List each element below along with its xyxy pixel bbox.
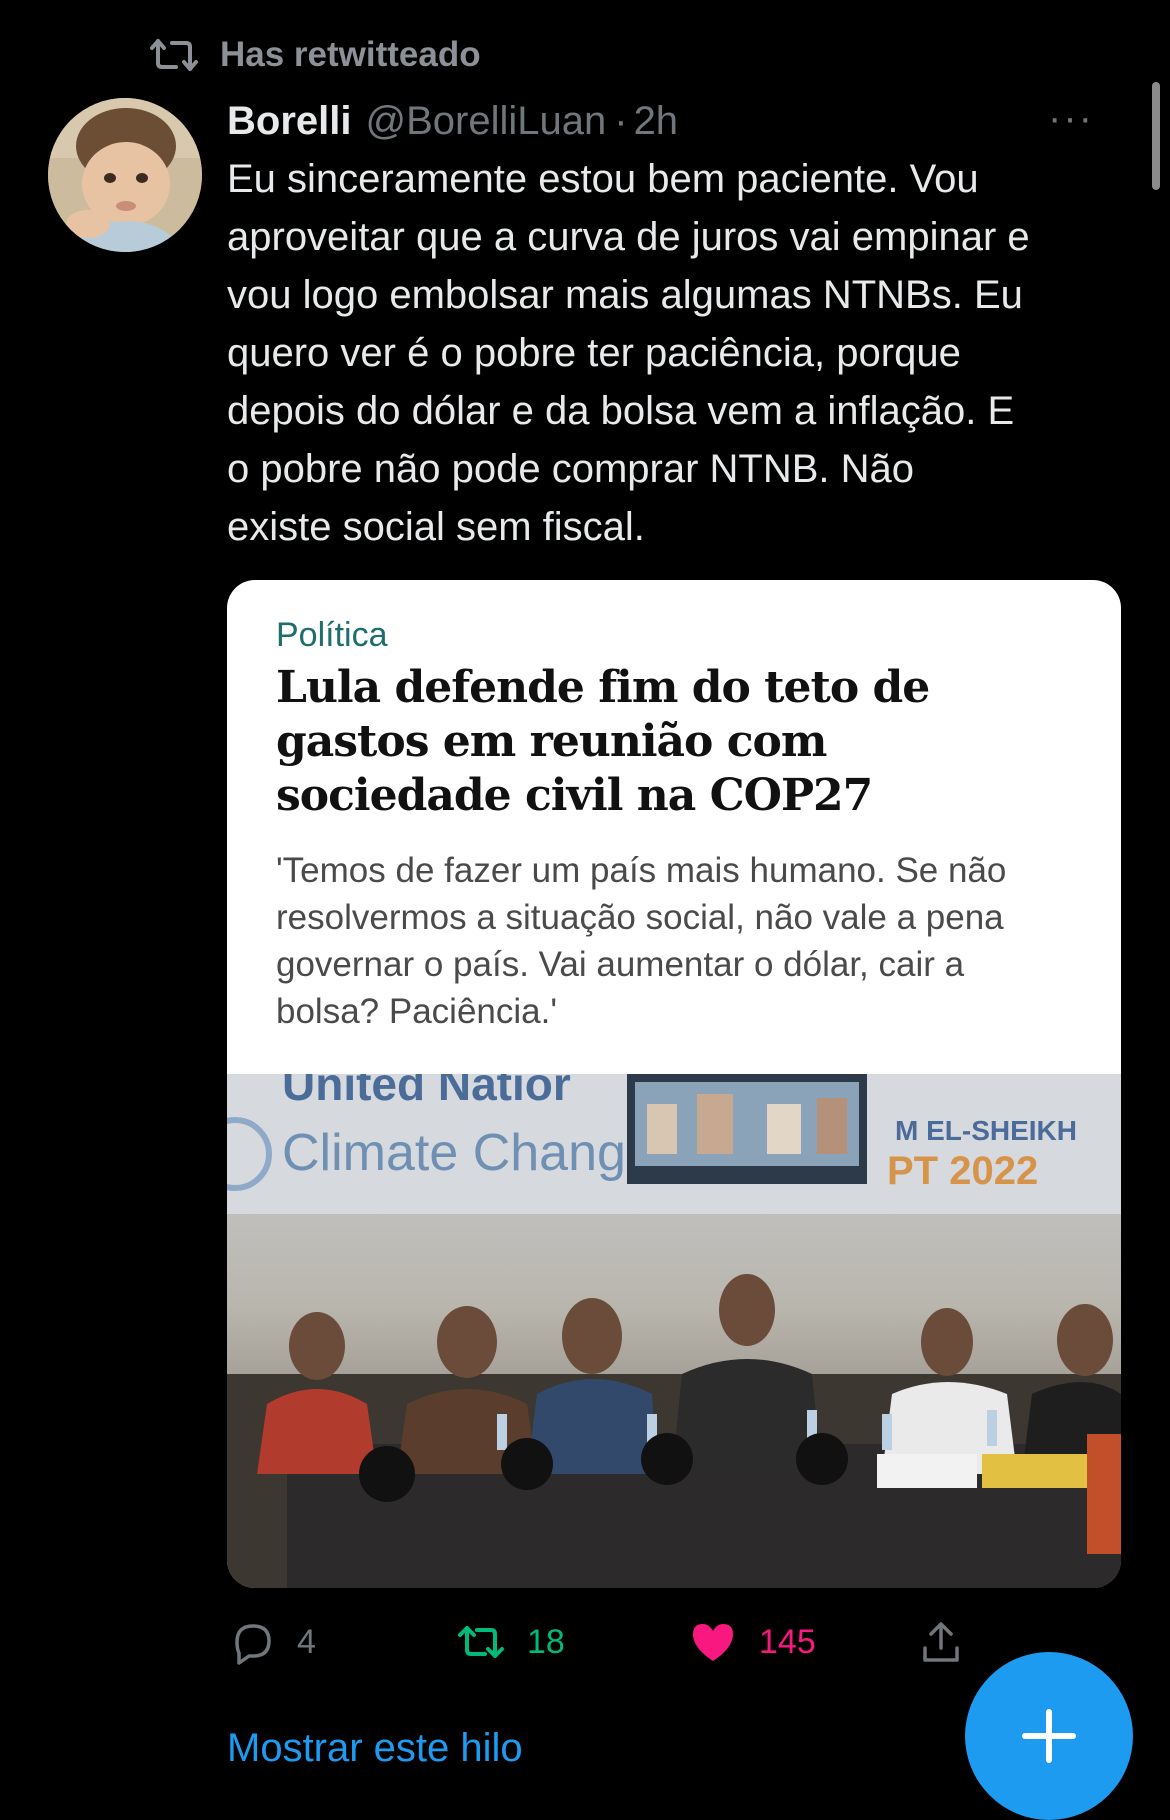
avatar-image [48, 98, 202, 252]
retweet-icon [150, 39, 198, 71]
retweet-action[interactable]: 18 [457, 1618, 689, 1666]
photo-city: M EL-SHEIKH [895, 1115, 1077, 1146]
tweet-header: Borelli @BorelliLuan · 2h [227, 96, 1140, 146]
card-headline: Lula defende fim do teto de gastos em re… [276, 662, 930, 821]
retweet-count: 18 [527, 1622, 565, 1661]
author-name[interactable]: Borelli [227, 99, 351, 144]
share-action[interactable] [917, 1618, 965, 1666]
header-separator: · [614, 98, 628, 143]
scrollbar[interactable] [1152, 82, 1160, 190]
more-options-icon[interactable]: ··· [1048, 96, 1094, 141]
link-card[interactable]: Política Lula defende fim do teto de gas… [227, 580, 1121, 1588]
like-action[interactable]: 145 [689, 1618, 917, 1666]
show-thread-link[interactable]: Mostrar este hilo [227, 1726, 523, 1771]
plus-icon [1022, 1709, 1076, 1763]
photo-un-line2: Climate Chang [282, 1124, 626, 1182]
card-photo: United Natior Climate Chang M EL-SHEIKH … [227, 1074, 1121, 1588]
reply-action[interactable]: 4 [227, 1618, 457, 1666]
retweet-icon [458, 1626, 504, 1658]
share-icon [923, 1622, 959, 1662]
retweet-context-label: Has retwitteado [220, 35, 481, 74]
tweet-time[interactable]: 2h [634, 99, 679, 144]
card-subtitle: 'Temos de fazer um país mais humano. Se … [276, 851, 1007, 1031]
compose-tweet-button[interactable] [965, 1652, 1133, 1820]
reply-icon [235, 1624, 271, 1665]
retweet-context[interactable]: Has retwitteado [150, 30, 481, 80]
photo-un-line1: United Natior [282, 1074, 571, 1110]
heart-icon [693, 1624, 733, 1661]
like-count: 145 [759, 1622, 816, 1661]
card-section: Política [276, 616, 388, 654]
tweet-actions: 4 18 145 [227, 1612, 987, 1672]
avatar[interactable] [48, 98, 202, 252]
photo-year: PT 2022 [887, 1149, 1038, 1193]
tweet-text: Eu sinceramente estou bem paciente. Vou … [227, 157, 1030, 549]
author-handle[interactable]: @BorelliLuan [365, 99, 606, 144]
reply-count: 4 [297, 1622, 316, 1661]
